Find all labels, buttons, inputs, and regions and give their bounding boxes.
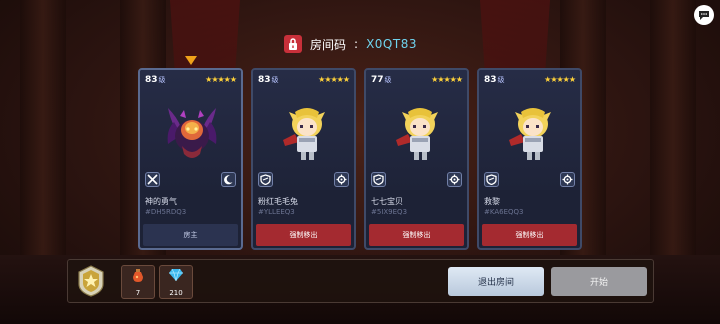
player-level: 83级 — [258, 75, 279, 85]
start-button[interactable]: 开始 — [551, 267, 647, 296]
star-rating: ★★★★★ — [318, 75, 350, 84]
crescent-moon-icon[interactable] — [221, 172, 236, 187]
potion-count: 7 — [135, 289, 141, 297]
player-card[interactable]: 83级 ★★★★★ 救黎 #KA6EQQ3 强制移出 — [477, 68, 582, 250]
blonde-knight-avatar — [396, 108, 438, 160]
room-code-label: 房间码 — [310, 37, 347, 52]
chat-button[interactable] — [694, 5, 714, 25]
gem-icon — [160, 268, 192, 284]
player-uid: #KA6EQQ3 — [484, 208, 524, 216]
lock-icon — [284, 35, 302, 53]
kick-button[interactable]: 强制移出 — [369, 224, 464, 246]
player-name: 神的勇气 — [145, 197, 177, 206]
shield-icon[interactable] — [484, 172, 499, 187]
demon-knight-avatar — [167, 108, 217, 158]
player-card[interactable]: 83级 ★★★★★ 神的勇气 #DH5RDQ3 房主 — [138, 68, 243, 250]
player-uid: #YLLEEQ3 — [258, 208, 295, 216]
crossed-swords-icon[interactable] — [145, 172, 160, 187]
player-level: 77级 — [371, 75, 392, 85]
potion-slot[interactable]: 7 — [121, 265, 155, 299]
host-badge: 房主 — [143, 224, 238, 246]
rank-emblem-icon[interactable] — [76, 265, 106, 297]
gear-icon[interactable] — [447, 172, 462, 187]
gear-icon[interactable] — [334, 172, 349, 187]
player-uid: #5IX9EQ3 — [371, 208, 408, 216]
bottom-bar: 7 210 退出房间 开始 — [67, 259, 654, 303]
star-rating: ★★★★★ — [205, 75, 237, 84]
background-pillar — [20, 0, 66, 260]
kick-button[interactable]: 强制移出 — [256, 224, 351, 246]
player-name: 七七宝贝 — [371, 197, 403, 206]
player-level: 83级 — [484, 75, 505, 85]
kick-button[interactable]: 强制移出 — [482, 224, 577, 246]
gem-count: 210 — [169, 289, 183, 297]
star-rating: ★★★★★ — [431, 75, 463, 84]
player-card[interactable]: 83级 ★★★★★ 粉红毛毛兔 #YLLEEQ3 强制移出 — [251, 68, 356, 250]
gear-icon[interactable] — [560, 172, 575, 187]
potion-icon — [122, 269, 154, 286]
gem-slot[interactable]: 210 — [159, 265, 193, 299]
arrow-down-icon — [185, 56, 197, 65]
background-pillar — [650, 0, 696, 260]
chat-bubble-icon — [699, 10, 709, 20]
room-code-separator: : — [354, 37, 359, 51]
leave-room-button[interactable]: 退出房间 — [448, 267, 544, 296]
player-uid: #DH5RDQ3 — [145, 208, 187, 216]
star-rating: ★★★★★ — [544, 75, 576, 84]
shield-icon[interactable] — [371, 172, 386, 187]
player-name: 救黎 — [484, 197, 500, 206]
player-card[interactable]: 77级 ★★★★★ 七七宝贝 #5IX9EQ3 强制移出 — [364, 68, 469, 250]
blonde-knight-avatar — [283, 108, 325, 160]
player-name: 粉红毛毛兔 — [258, 197, 298, 206]
shield-icon[interactable] — [258, 172, 273, 187]
player-level: 83级 — [145, 75, 166, 85]
blonde-knight-avatar — [509, 108, 551, 160]
room-code-value[interactable]: X0QT83 — [366, 37, 417, 51]
room-header: 房间码 : X0QT83 — [284, 34, 417, 54]
